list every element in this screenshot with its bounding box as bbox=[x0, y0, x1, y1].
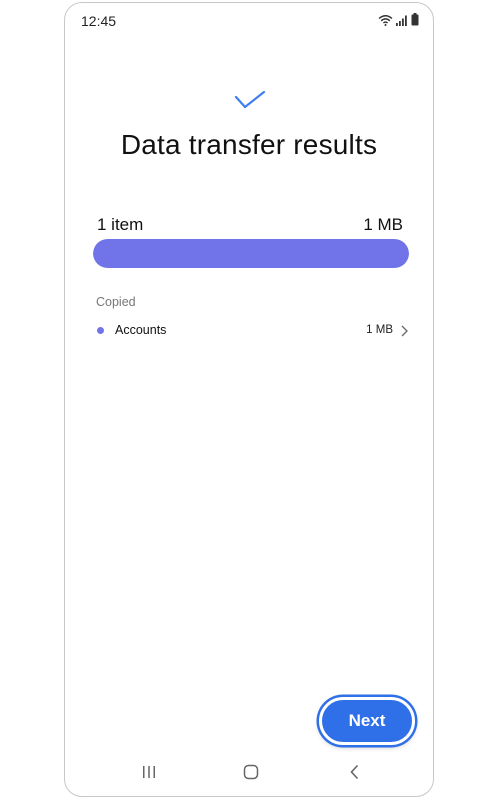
transfer-progress-bar bbox=[93, 239, 409, 268]
transfer-item-count: 1 item bbox=[97, 215, 144, 234]
transfer-total-size: 1 MB bbox=[363, 215, 403, 234]
chevron-right-icon bbox=[399, 324, 409, 337]
status-time: 12:45 bbox=[81, 13, 117, 29]
recent-apps-icon[interactable] bbox=[139, 762, 159, 782]
bullet-dot-icon bbox=[97, 326, 104, 334]
list-item-size: 1 MB bbox=[366, 324, 393, 336]
list-item-label: Accounts bbox=[115, 323, 167, 337]
home-icon[interactable] bbox=[241, 762, 261, 782]
battery-icon bbox=[411, 13, 419, 31]
wifi-icon bbox=[378, 13, 393, 31]
status-bar: 12:45 bbox=[65, 3, 433, 39]
status-icons bbox=[378, 13, 419, 31]
signal-icon bbox=[396, 13, 408, 31]
list-item-accounts[interactable]: Accounts 1 MB bbox=[93, 317, 409, 343]
page-title: Data transfer results bbox=[120, 129, 378, 160]
phone-frame: 12:45 Data transfer results 1 item 1 MB … bbox=[64, 2, 434, 797]
navigation-bar bbox=[65, 748, 433, 796]
transfer-progress-fill bbox=[93, 239, 409, 268]
section-label-copied: Copied bbox=[96, 295, 136, 309]
check-icon bbox=[234, 90, 266, 116]
back-icon[interactable] bbox=[345, 762, 365, 782]
next-button[interactable]: Next bbox=[319, 697, 415, 745]
